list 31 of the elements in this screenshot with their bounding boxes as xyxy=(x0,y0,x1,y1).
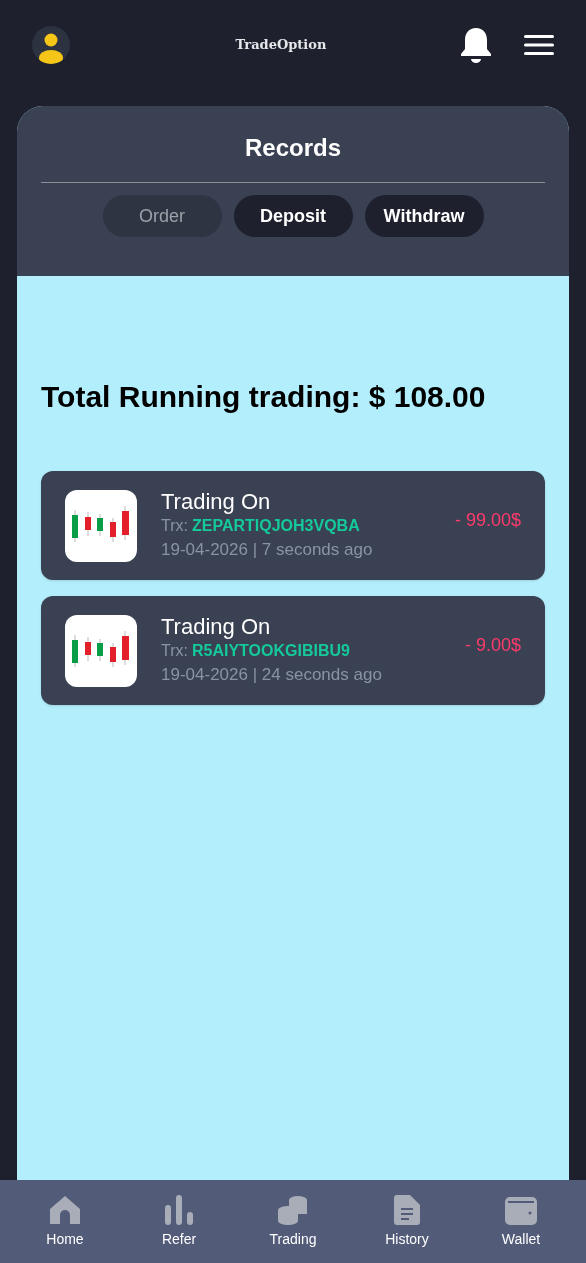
trx-id: ZEPARTIQJOH3VQBA xyxy=(191,515,360,536)
transaction-amount: - 9.00$ xyxy=(464,634,521,657)
page-title: Records xyxy=(244,133,341,163)
nav-tab[interactable]: Wallet xyxy=(476,1193,566,1250)
nav-tab[interactable]: Refer xyxy=(134,1193,224,1250)
record-tab[interactable]: Deposit xyxy=(233,195,353,237)
nav-tab[interactable]: Trading xyxy=(248,1193,338,1250)
bar-chart-icon xyxy=(163,1195,195,1225)
trx-id: R5AIYTOOKGIBIBU9 xyxy=(191,640,350,661)
trx-label: Trx: xyxy=(161,515,188,536)
transaction-time: 19-04-2026 | 7 seconds ago xyxy=(161,538,374,561)
transaction-title: Trading On xyxy=(161,488,272,515)
notification-icon[interactable] xyxy=(460,26,492,64)
wallet-icon xyxy=(505,1197,537,1225)
coins-icon xyxy=(277,1195,309,1225)
transaction-amount: - 99.00$ xyxy=(454,509,521,532)
total-running-text: Total Running trading: $ 108.00 xyxy=(40,379,487,415)
transaction-time: 19-04-2026 | 24 seconds ago xyxy=(161,663,383,686)
candlestick-icon xyxy=(65,489,137,562)
candlestick-icon xyxy=(65,614,137,687)
brand-logo: TradeOption xyxy=(235,36,327,55)
menu-icon[interactable] xyxy=(524,35,554,55)
record-tab[interactable]: Order xyxy=(102,195,222,237)
home-icon xyxy=(49,1195,81,1225)
nav-tab[interactable]: Home xyxy=(20,1193,110,1250)
avatar-icon[interactable] xyxy=(32,26,70,64)
document-icon xyxy=(394,1195,420,1225)
trx-label: Trx: xyxy=(161,640,188,661)
nav-tab[interactable]: History xyxy=(362,1193,452,1250)
record-tab[interactable]: Withdraw xyxy=(364,195,484,237)
transaction-title: Trading On xyxy=(161,613,272,640)
